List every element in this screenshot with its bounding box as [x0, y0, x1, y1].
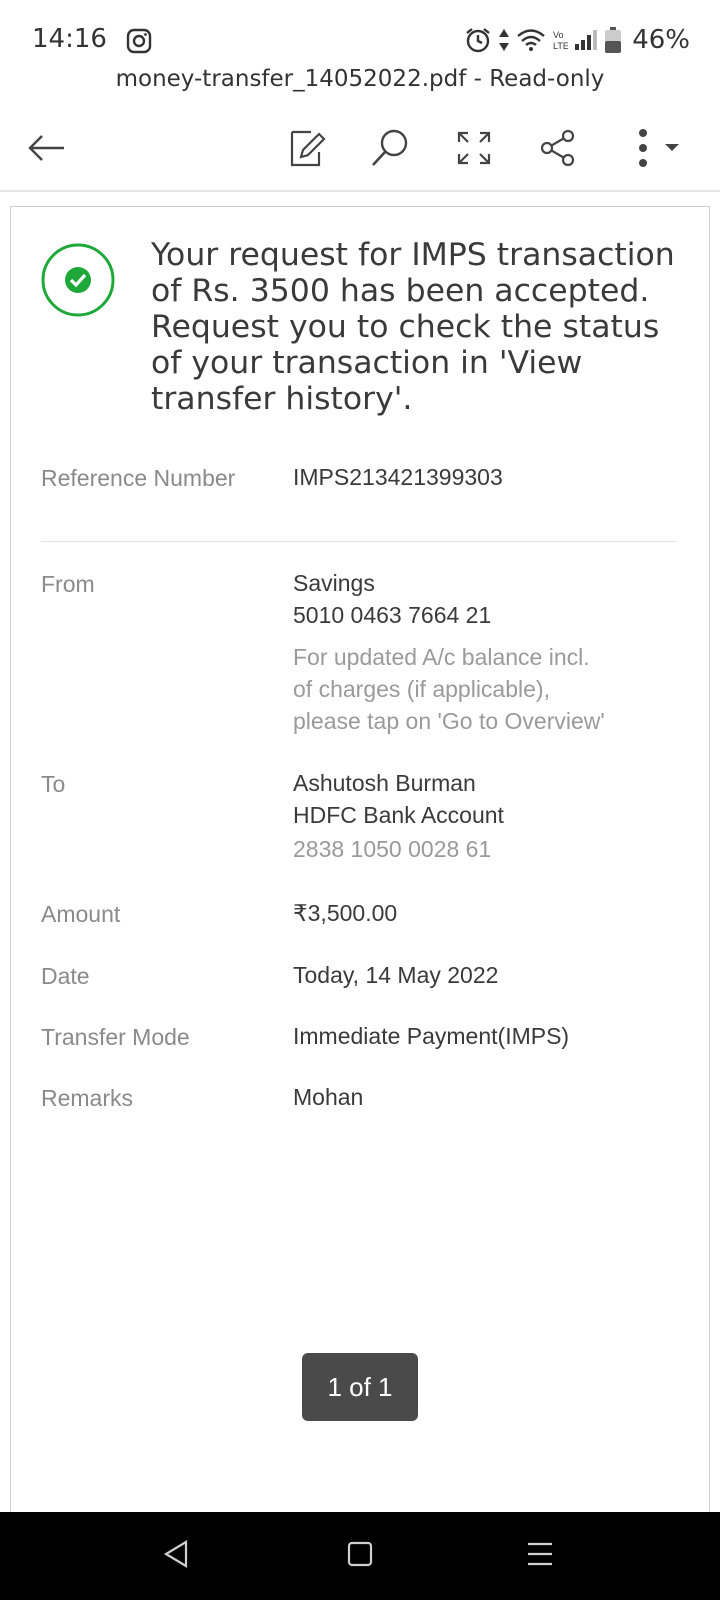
svg-text:Vo: Vo: [553, 30, 564, 40]
to-name: Ashutosh Burman: [293, 770, 476, 796]
instagram-icon: [126, 28, 152, 54]
back-arrow-icon: [26, 133, 66, 167]
status-time: 14:16: [32, 24, 107, 54]
to-label: To: [41, 771, 66, 797]
to-details: Ashutosh Burman HDFC Bank Account 2838 1…: [293, 767, 504, 865]
more-icon: [629, 128, 689, 172]
signal-icon: [574, 28, 598, 52]
alarm-icon: [464, 26, 492, 54]
pdf-page[interactable]: Your request for IMPS transaction of Rs.…: [10, 206, 710, 1516]
confirmation-message: Your request for IMPS transaction of Rs.…: [151, 237, 675, 417]
to-bank: HDFC Bank Account: [293, 802, 504, 828]
wifi-icon: [516, 28, 546, 52]
edit-icon: [289, 128, 327, 172]
page-indicator: 1 of 1: [302, 1353, 418, 1421]
nav-back-icon: [162, 1539, 190, 1573]
battery-icon: [604, 26, 622, 54]
nav-menu-button[interactable]: [518, 1534, 562, 1578]
transfer-mode-value: Immediate Payment(IMPS): [293, 1023, 570, 1049]
search-icon: [370, 128, 410, 172]
status-icons: Vo LTE 46%: [464, 22, 690, 58]
data-arrows-icon: [498, 27, 510, 53]
to-account-number: 2838 1050 0028 61: [293, 836, 492, 862]
transfer-mode-label: Transfer Mode: [41, 1024, 190, 1050]
from-note-line-1: For updated A/c balance incl.: [293, 644, 590, 670]
volte-icon: Vo LTE: [552, 28, 568, 52]
more-options-button[interactable]: [624, 124, 694, 176]
document-title: money-transfer_14052022.pdf - Read-only: [115, 66, 605, 92]
viewer-toolbar: [0, 110, 720, 192]
from-note-line-3: please tap on 'Go to Overview': [293, 708, 605, 734]
divider: [41, 541, 677, 542]
fullscreen-button[interactable]: [448, 124, 500, 176]
edit-button[interactable]: [282, 124, 334, 176]
search-button[interactable]: [364, 124, 416, 176]
back-button[interactable]: [20, 124, 72, 176]
nav-home-button[interactable]: [338, 1534, 382, 1578]
reference-value: IMPS213421399303: [293, 464, 503, 490]
nav-menu-icon: [526, 1541, 554, 1571]
date-label: Date: [41, 963, 90, 989]
from-label: From: [41, 571, 95, 597]
nav-back-button[interactable]: [154, 1534, 198, 1578]
svg-text:LTE: LTE: [553, 41, 568, 51]
share-icon: [539, 129, 577, 171]
from-account-number: 5010 0463 7664 21: [293, 602, 492, 628]
battery-percent: 46%: [632, 25, 690, 55]
from-details: Savings 5010 0463 7664 21 For updated A/…: [293, 567, 605, 737]
date-value: Today, 14 May 2022: [293, 962, 499, 988]
system-nav-bar: [0, 1512, 720, 1600]
remarks-label: Remarks: [41, 1085, 134, 1111]
from-account-type: Savings: [293, 570, 375, 596]
nav-home-icon: [347, 1541, 373, 1571]
reference-label: Reference Number: [41, 465, 236, 491]
success-check-icon: [41, 243, 115, 317]
share-button[interactable]: [532, 124, 584, 176]
remarks-value: Mohan: [293, 1084, 364, 1110]
from-note-line-2: of charges (if applicable),: [293, 676, 550, 702]
amount-value: ₹3,500.00: [293, 900, 398, 926]
fullscreen-icon: [456, 130, 492, 170]
amount-label: Amount: [41, 901, 121, 927]
